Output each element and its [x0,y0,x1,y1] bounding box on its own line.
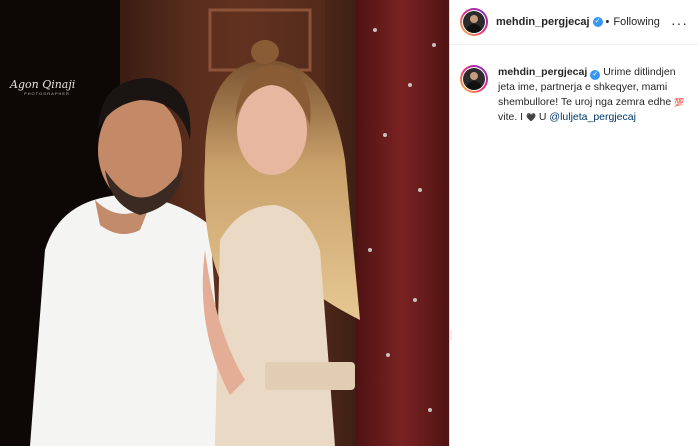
post-header: mehdin_pergjecaj ✓ • Following ··· [450,0,698,45]
caption-body-2: vite. I [498,111,527,123]
photo-illustration [0,0,449,446]
header-username[interactable]: mehdin_pergjecaj [496,16,590,28]
photographer-watermark: Agon Qinaji PHOTOGRAPHER [10,78,76,96]
caption-body-3: U [535,111,550,123]
black-heart-emoji-icon: 🖤 [526,113,536,122]
profile-avatar-icon[interactable] [460,8,488,36]
post-photo[interactable]: Agon Qinaji PHOTOGRAPHER [0,0,449,446]
following-button[interactable]: Following [613,16,659,28]
header-separator: • [605,16,610,28]
post-sidebar: mehdin_pergjecaj ✓ • Following ··· mehdi… [449,0,698,446]
caption-text: mehdin_pergjecaj ✓ Urime ditlindjen jeta … [498,65,686,125]
caption-username[interactable]: mehdin_pergjecaj [498,66,587,78]
caption-avatar-icon[interactable] [460,65,488,93]
mention-link[interactable]: @luljeta_pergjecaj [549,111,636,123]
caption-comment: mehdin_pergjecaj ✓ Urime ditlindjen jeta … [450,45,698,125]
verified-badge-icon: ✓ [592,17,603,27]
caption-verified-badge-icon: ✓ [590,70,601,80]
more-options-icon[interactable]: ··· [671,15,688,31]
scroll-divider [450,330,452,340]
hundred-emoji-icon: 💯 [674,98,685,107]
